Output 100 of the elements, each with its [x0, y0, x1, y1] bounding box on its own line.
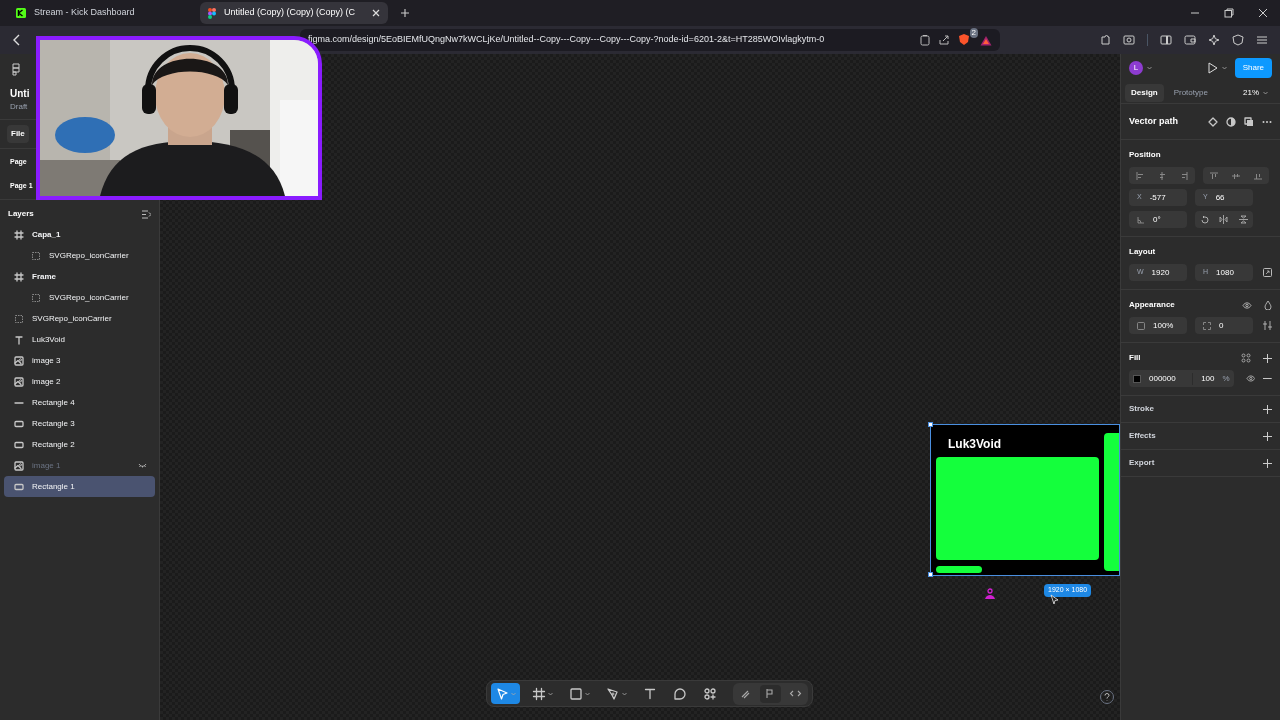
- sidebar-icon[interactable]: [1160, 34, 1172, 46]
- add-icon[interactable]: [1263, 404, 1272, 414]
- figma-menu-icon[interactable]: [12, 62, 21, 76]
- close-icon[interactable]: [1258, 8, 1268, 18]
- adjust-icon[interactable]: [1263, 321, 1272, 330]
- zoom-dropdown[interactable]: 21%: [1243, 86, 1276, 99]
- selection-title: Vector path: [1129, 114, 1179, 128]
- kick-logo-icon: [16, 8, 26, 18]
- rectangle-icon: [14, 418, 24, 429]
- text-tool-icon: [643, 686, 657, 701]
- brave-shield-button[interactable]: [958, 33, 972, 47]
- layer-row[interactable]: Frame: [4, 266, 155, 287]
- section-title: Layout: [1129, 246, 1157, 258]
- notification-badge: 2: [969, 28, 978, 38]
- rotation-field[interactable]: 0°: [1129, 211, 1187, 228]
- align-middle-icon: [1232, 171, 1240, 180]
- layer-row[interactable]: SVGRepo_iconCarrier: [4, 308, 155, 329]
- align-right-icon: [1180, 171, 1188, 180]
- tab-title: Stream - Kick Dashboard: [34, 6, 136, 20]
- rectangle-icon: [14, 481, 24, 492]
- shield-icon: [958, 33, 970, 46]
- transform-group[interactable]: [1195, 211, 1253, 228]
- layer-row[interactable]: Rectangle 4: [4, 392, 155, 413]
- browser-tab[interactable]: Untitled (Copy) (Copy) (Copy) (C: [200, 2, 388, 24]
- question-icon: [1104, 693, 1110, 701]
- dashed-square-icon: [31, 250, 41, 261]
- frame-icon: [14, 271, 24, 282]
- layer-row[interactable]: image 3: [4, 350, 155, 371]
- layer-row[interactable]: SVGRepo_iconCarrier: [4, 287, 155, 308]
- caret-icon: [1147, 66, 1152, 70]
- opacity-field[interactable]: 100%: [1129, 317, 1187, 334]
- restore-icon[interactable]: [1224, 8, 1234, 18]
- resize-icon[interactable]: [1263, 268, 1272, 277]
- avatar[interactable]: L: [1129, 61, 1143, 75]
- caret-icon: [548, 691, 553, 696]
- caret-icon: [1221, 66, 1227, 70]
- wallet-icon[interactable]: [1184, 34, 1196, 46]
- frame-title: Luk3Void: [948, 436, 1002, 453]
- drop-icon[interactable]: [1264, 300, 1272, 310]
- layer-row[interactable]: Luk3Void: [4, 329, 155, 350]
- section-title: Stroke: [1129, 403, 1155, 415]
- boolean-icon[interactable]: [1244, 116, 1254, 127]
- tool-button[interactable]: [491, 683, 520, 704]
- shield-outline-icon[interactable]: [1232, 34, 1244, 46]
- clipboard-icon[interactable]: [920, 34, 930, 46]
- browser-tab[interactable]: Stream - Kick Dashboard: [8, 2, 196, 24]
- angle-icon: [1137, 215, 1145, 224]
- more-icon[interactable]: [1262, 119, 1272, 124]
- layer-row[interactable]: image 2: [4, 371, 155, 392]
- collaborator-icon: [984, 588, 996, 600]
- styles-icon[interactable]: [1241, 353, 1251, 363]
- layer-row[interactable]: SVGRepo_iconCarrier: [4, 245, 155, 266]
- component-icon[interactable]: [1208, 116, 1218, 127]
- figma-logo-icon: [208, 7, 216, 19]
- triangle-icon[interactable]: [980, 34, 992, 46]
- add-icon[interactable]: [1263, 458, 1272, 468]
- text-icon: [14, 334, 24, 345]
- collapse-layers-icon[interactable]: [141, 209, 151, 219]
- section-title: Effects: [1129, 430, 1157, 442]
- color-swatch[interactable]: [1133, 374, 1141, 383]
- play-icon[interactable]: [1206, 62, 1218, 74]
- section-title: Export: [1129, 457, 1156, 469]
- tab-title: Untitled (Copy) (Copy) (Copy) (C: [224, 6, 357, 20]
- layer-row[interactable]: Rectangle 3: [4, 413, 155, 434]
- new-tab-icon[interactable]: [400, 8, 410, 18]
- add-icon[interactable]: [1263, 353, 1272, 363]
- rectangle-icon: [14, 439, 24, 450]
- components-tool-icon: [703, 686, 717, 701]
- file-subtitle: Draft: [10, 101, 28, 113]
- fill-field[interactable]: 000000 100 %: [1129, 370, 1234, 387]
- eye-icon[interactable]: [1242, 301, 1252, 309]
- resize-handle[interactable]: [928, 572, 933, 577]
- address-bar[interactable]: figma.com/design/5EoBIEMfUQngNw7kWCLjKe/Untitled--Copy---Copy---Copy---Copy-?node-id=6201-2&t=HT285WOIvlagkytm-0 2: [300, 29, 1000, 51]
- layer-row[interactable]: Capa_1: [4, 224, 155, 245]
- panel-tab[interactable]: Prototype: [1167, 83, 1214, 102]
- align-top-icon: [1210, 171, 1218, 180]
- eye-icon[interactable]: [1245, 375, 1256, 382]
- corner-radius-field[interactable]: 0: [1195, 317, 1253, 334]
- panel-tab[interactable]: Design: [1125, 83, 1164, 102]
- flip-horizontal-icon: [1219, 215, 1229, 224]
- menu-icon[interactable]: [1256, 34, 1268, 46]
- layer-row[interactable]: Rectangle 2: [4, 434, 155, 455]
- mask-icon[interactable]: [1226, 116, 1236, 127]
- align-bottom-icon: [1254, 171, 1262, 180]
- close-icon[interactable]: [372, 9, 380, 17]
- hidden-eye-icon[interactable]: [138, 463, 147, 468]
- caret-icon: [622, 691, 627, 696]
- image-icon: [14, 460, 24, 471]
- dashed-square-icon: [31, 292, 41, 303]
- resize-handle[interactable]: [928, 422, 933, 427]
- sparkle-icon[interactable]: [1208, 34, 1220, 46]
- comment-tool-icon: [673, 686, 687, 701]
- layer-row[interactable]: Rectangle 1: [4, 476, 155, 497]
- add-icon[interactable]: [1263, 431, 1272, 441]
- rectangle-tool-icon: [569, 686, 583, 701]
- align-vertical-group[interactable]: [1203, 167, 1269, 184]
- share-icon[interactable]: [938, 34, 950, 46]
- file-menu-button[interactable]: File: [7, 125, 29, 143]
- mode-button[interactable]: [760, 684, 781, 703]
- align-horizontal-group[interactable]: [1129, 167, 1195, 184]
